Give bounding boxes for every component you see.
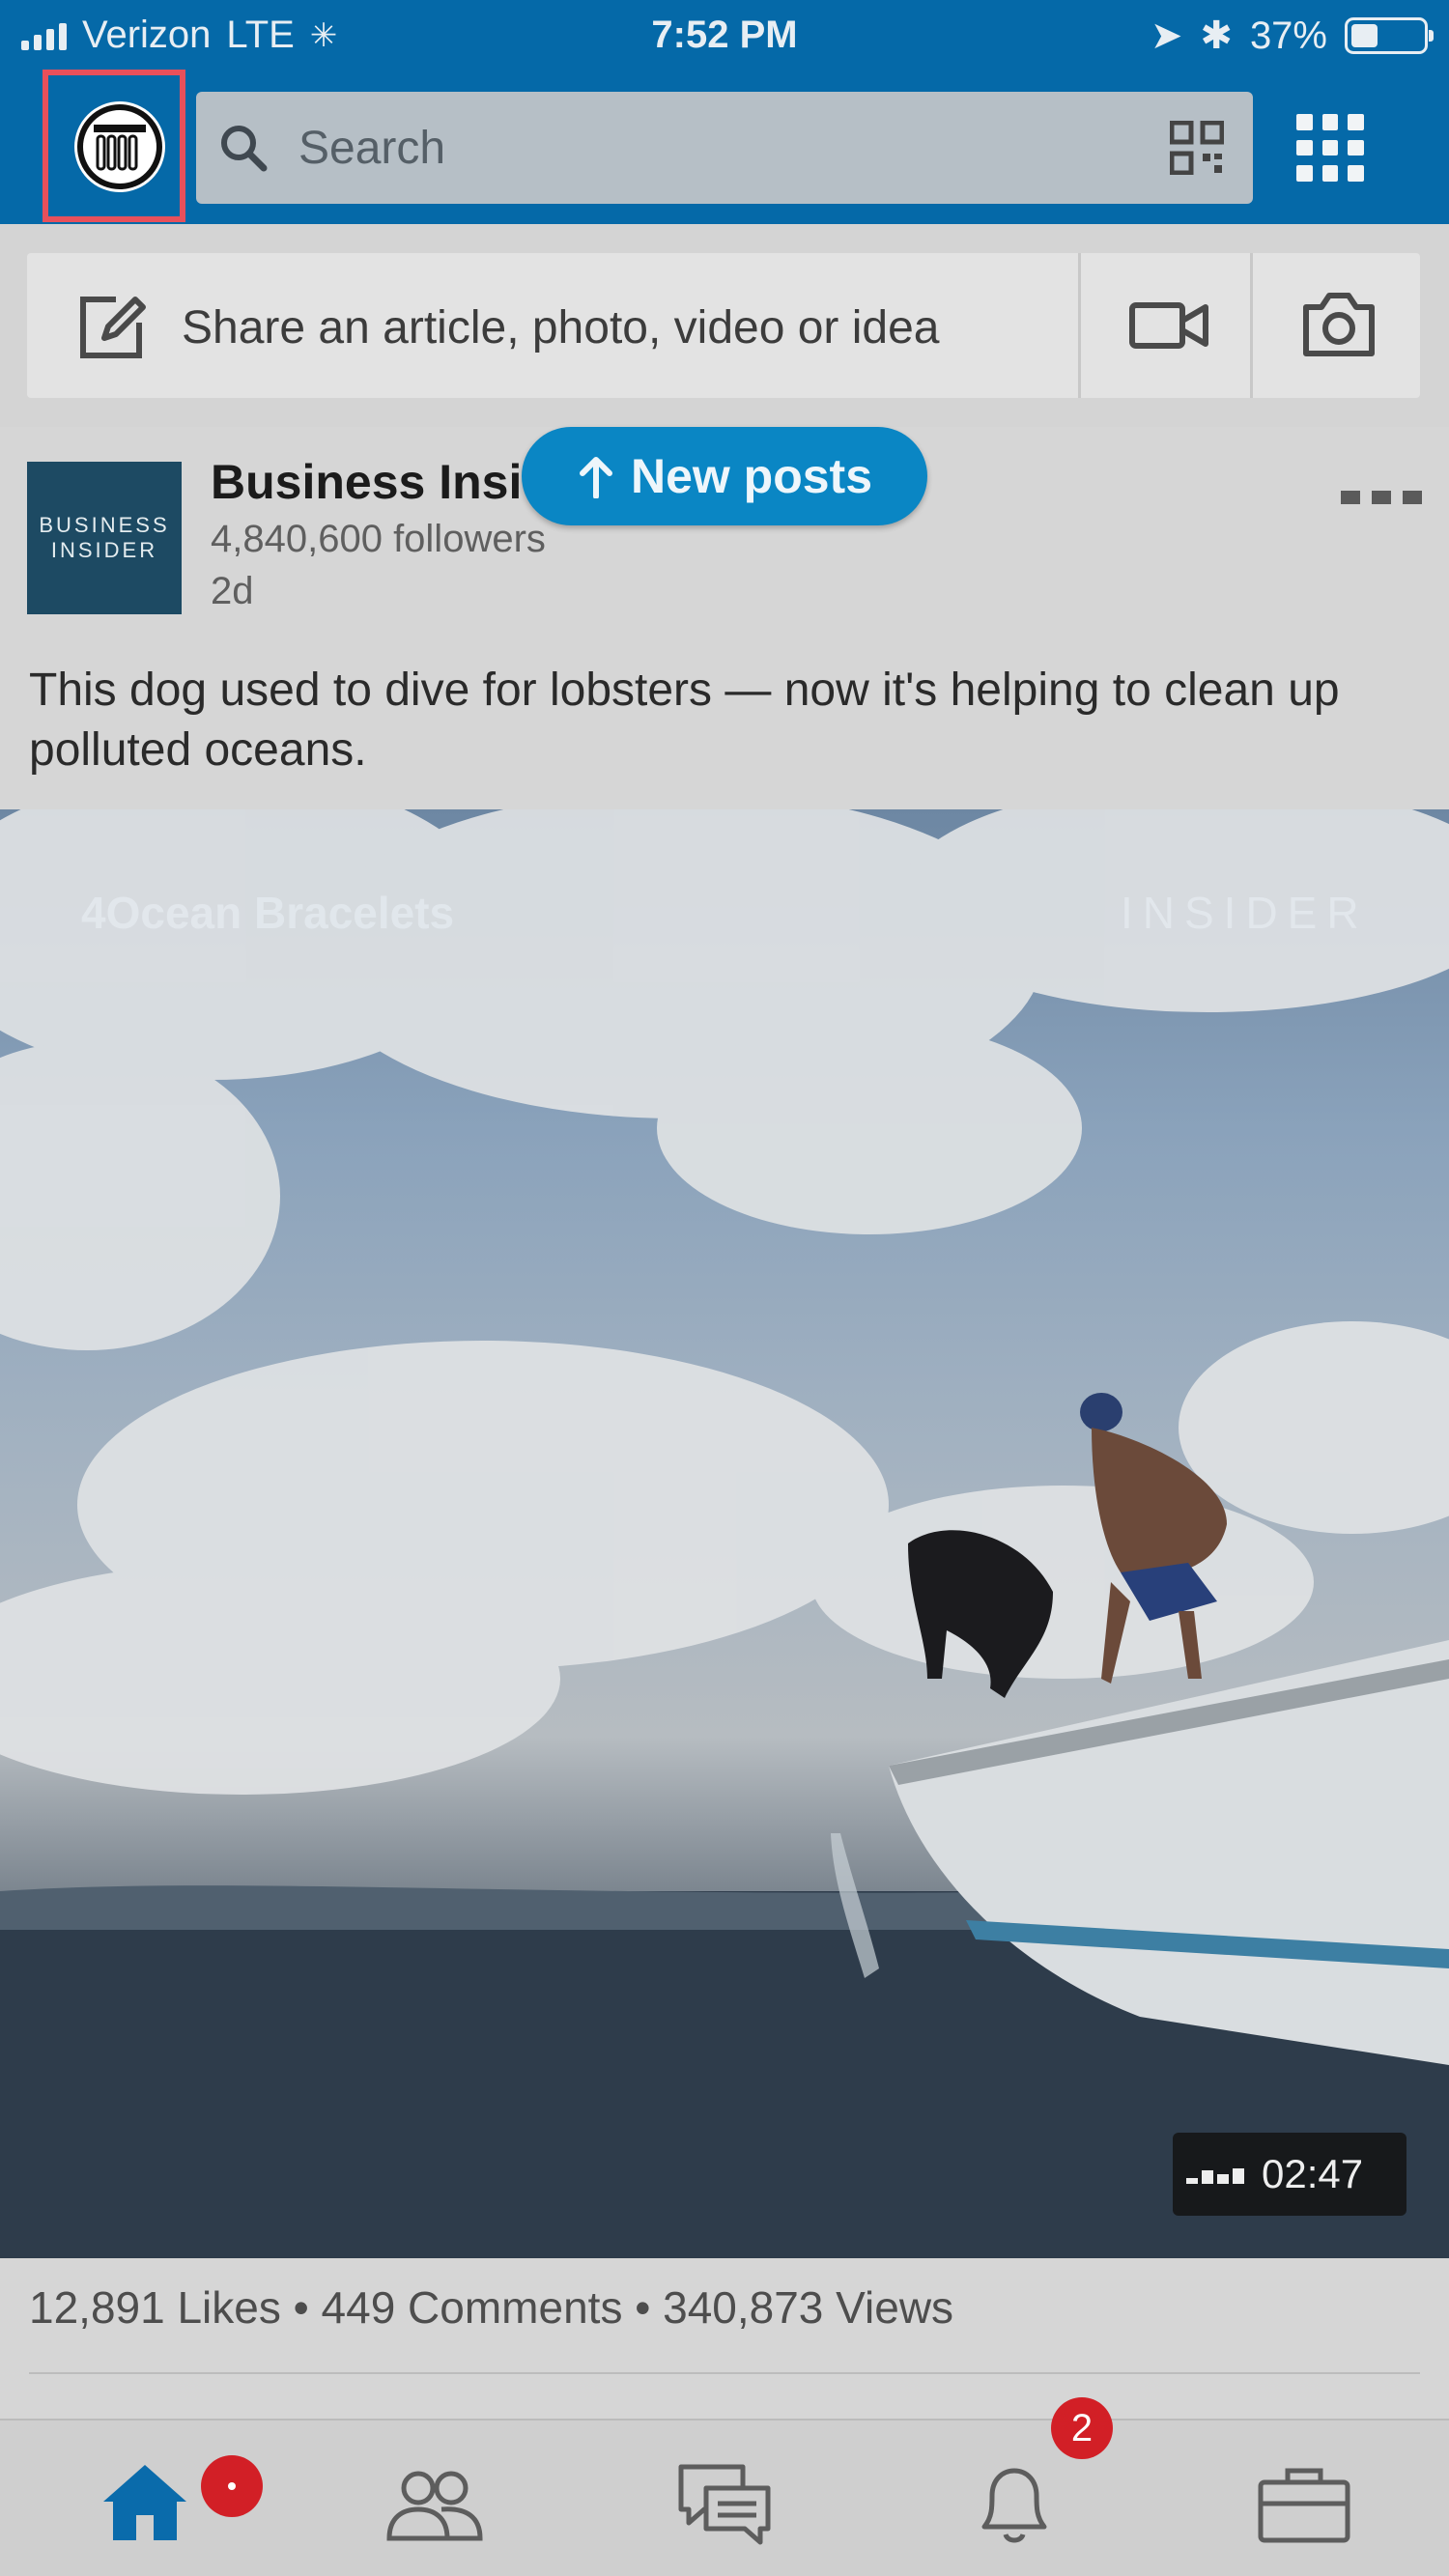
messaging-icon bbox=[678, 2464, 771, 2545]
battery-percent: 37% bbox=[1249, 14, 1327, 57]
profile-avatar[interactable] bbox=[74, 101, 165, 192]
nav-my-network[interactable] bbox=[382, 2459, 488, 2546]
post-video[interactable]: 4Ocean Bracelets INSIDER 02:47 bbox=[0, 809, 1449, 2258]
audio-levels-icon bbox=[1186, 2165, 1244, 2184]
video-thumbnail-image bbox=[0, 809, 1449, 2258]
notifications-badge: 2 bbox=[1051, 2397, 1113, 2459]
profile-logo-button[interactable] bbox=[43, 70, 185, 222]
top-bar: Verizon LTE ✳ 7:52 PM ➤ ✱ 37% bbox=[0, 0, 1449, 224]
divider bbox=[1250, 253, 1253, 398]
arrow-up-icon bbox=[579, 457, 612, 498]
briefcase-icon bbox=[1258, 2468, 1350, 2543]
post-caption[interactable]: This dog used to dive for lobsters — now… bbox=[29, 661, 1401, 780]
post-engagement-stats[interactable]: 12,891 Likes • 449 Comments • 340,873 Vi… bbox=[29, 2281, 953, 2334]
post-age: 2d bbox=[211, 570, 254, 612]
new-posts-button[interactable]: New posts bbox=[522, 427, 927, 525]
nav-home[interactable] bbox=[92, 2459, 198, 2546]
apps-grid-icon[interactable] bbox=[1296, 114, 1364, 182]
compose-icon bbox=[80, 297, 146, 358]
home-badge bbox=[201, 2455, 263, 2517]
qr-code-icon[interactable] bbox=[1170, 121, 1224, 175]
bottom-nav: 2 bbox=[0, 2397, 1449, 2576]
search-icon bbox=[221, 126, 268, 172]
bluetooth-icon: ✱ bbox=[1200, 14, 1233, 57]
video-duration-badge: 02:47 bbox=[1173, 2133, 1406, 2216]
location-arrow-icon: ➤ bbox=[1150, 14, 1183, 57]
columns-building-icon bbox=[77, 104, 162, 189]
video-watermark-left: 4Ocean Bracelets bbox=[81, 888, 455, 938]
home-icon bbox=[103, 2465, 186, 2540]
bell-icon bbox=[981, 2468, 1047, 2543]
author-logo[interactable]: BUSINESS INSIDER bbox=[27, 462, 182, 614]
share-prompt[interactable]: Share an article, photo, video or idea bbox=[182, 301, 940, 354]
post-author-name[interactable]: Business Insider bbox=[211, 454, 529, 510]
divider bbox=[29, 2372, 1420, 2374]
share-box[interactable]: Share an article, photo, video or idea bbox=[27, 253, 1420, 398]
search-input[interactable] bbox=[298, 121, 1129, 175]
video-duration: 02:47 bbox=[1262, 2151, 1364, 2196]
people-icon bbox=[386, 2471, 483, 2541]
battery-icon bbox=[1345, 17, 1434, 54]
status-bar: Verizon LTE ✳ 7:52 PM ➤ ✱ 37% bbox=[0, 0, 1449, 73]
video-camera-icon[interactable] bbox=[1128, 292, 1209, 359]
new-posts-label: New posts bbox=[630, 449, 873, 503]
divider bbox=[1078, 253, 1081, 398]
camera-icon[interactable] bbox=[1300, 288, 1378, 361]
video-watermark-right: INSIDER bbox=[1121, 888, 1369, 938]
nav-notifications[interactable] bbox=[961, 2459, 1067, 2546]
more-options-icon[interactable] bbox=[1341, 491, 1422, 504]
nav-jobs[interactable] bbox=[1251, 2459, 1357, 2546]
nav-messaging[interactable] bbox=[671, 2459, 778, 2546]
search-bar[interactable] bbox=[196, 92, 1253, 204]
post-followers: 4,840,600 followers bbox=[211, 518, 546, 560]
